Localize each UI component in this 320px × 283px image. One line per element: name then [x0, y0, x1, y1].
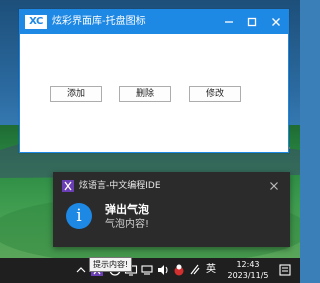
clock-time[interactable]: 12:43 [228, 260, 268, 270]
minimize-button[interactable] [218, 10, 240, 34]
toast-title: 弹出气泡 [105, 203, 149, 216]
maximize-icon [247, 17, 257, 27]
volume-icon[interactable] [156, 263, 170, 277]
toast-close-icon[interactable] [268, 180, 280, 192]
input-method-indicator[interactable]: 英 [206, 264, 216, 276]
network-icon[interactable] [140, 263, 154, 277]
close-button[interactable] [265, 10, 287, 34]
notification-center-icon[interactable] [278, 263, 292, 277]
chevron-up-icon[interactable] [74, 263, 88, 277]
app-logo: XC [25, 15, 47, 29]
close-icon [272, 18, 280, 26]
toast-app-name: 炫语言-中文编程IDE [79, 181, 161, 191]
info-icon: i [66, 203, 92, 229]
delete-button[interactable]: 删除 [119, 86, 171, 102]
taskbar: 英 12:43 2023/11/5 [0, 258, 300, 283]
add-button[interactable]: 添加 [50, 86, 102, 102]
minimize-icon [225, 21, 233, 23]
clock-date[interactable]: 2023/11/5 [224, 271, 272, 281]
xc-app-icon [62, 180, 74, 192]
title-bar[interactable]: XC 炫彩界面库-托盘图标 [20, 10, 288, 34]
main-window: XC 炫彩界面库-托盘图标 添加 删除 修改 [19, 9, 289, 153]
toast-notification[interactable]: 炫语言-中文编程IDE i 弹出气泡 气泡内容! [53, 172, 290, 247]
tray-tooltip: 提示内容! [89, 257, 133, 272]
app-tray-icon[interactable] [172, 263, 186, 277]
window-title: 炫彩界面库-托盘图标 [52, 16, 146, 27]
toast-body: 气泡内容! [105, 219, 150, 230]
pen-icon[interactable] [188, 263, 202, 277]
modify-button[interactable]: 修改 [189, 86, 241, 102]
maximize-button[interactable] [241, 10, 263, 34]
